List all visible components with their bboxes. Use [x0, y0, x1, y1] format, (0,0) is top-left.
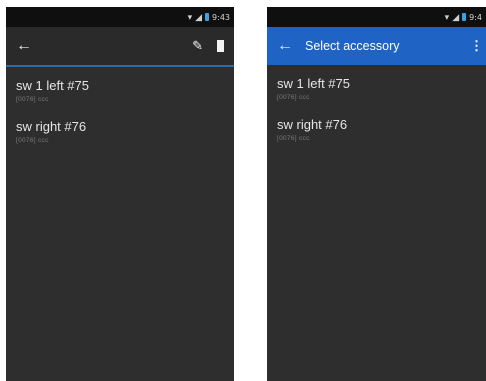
right-phone-screen: ▾ ◢ 9:4 ← Select accessory ⋮ sw 1 left #… [267, 7, 486, 381]
item-subtitle: [0076] ccc [16, 96, 49, 103]
wifi-icon: ▾ [444, 11, 450, 22]
wifi-icon: ▾ [187, 11, 193, 22]
battery-icon [462, 13, 467, 21]
item-title: sw right #76 [16, 119, 87, 134]
signal-icon: ◢ [452, 11, 460, 22]
item-title: sw 1 left #75 [277, 76, 350, 91]
toolbar: ← Select accessory ⋮ [267, 27, 486, 65]
pencil-icon[interactable]: ✎ [192, 38, 203, 54]
list-item[interactable]: sw right #76 [0076] ccc [267, 112, 486, 153]
page-title: Select accessory [305, 39, 400, 53]
status-time: 9:43 [212, 12, 230, 22]
signal-icon: ◢ [195, 11, 203, 22]
overflow-menu-icon[interactable]: ⋮ [470, 38, 483, 54]
back-arrow-icon[interactable]: ← [267, 37, 303, 55]
list-item[interactable]: sw 1 left #75 [0076] ccc [267, 71, 486, 112]
list-item[interactable]: sw 1 left #75 [0076] ccc [6, 73, 234, 114]
trash-icon[interactable] [217, 40, 224, 52]
item-title: sw 1 left #75 [16, 78, 89, 93]
back-arrow-icon[interactable]: ← [6, 37, 42, 55]
status-time: 9:4 [469, 12, 482, 22]
accessory-list: sw 1 left #75 [0076] ccc sw right #76 [0… [6, 67, 234, 155]
accessory-list: sw 1 left #75 [0076] ccc sw right #76 [0… [267, 65, 486, 153]
item-subtitle: [0076] ccc [277, 135, 310, 142]
toolbar-actions: ✎ [192, 38, 234, 54]
status-bar: ▾ ◢ 9:4 [267, 7, 486, 27]
list-item[interactable]: sw right #76 [0076] ccc [6, 114, 234, 155]
item-subtitle: [0076] ccc [16, 137, 49, 144]
item-title: sw right #76 [277, 117, 348, 132]
status-bar: ▾ ◢ 9:43 [6, 7, 234, 27]
item-subtitle: [0076] ccc [277, 94, 310, 101]
battery-icon [205, 13, 210, 21]
toolbar: ← ✎ [6, 27, 234, 67]
left-phone-screen: ▾ ◢ 9:43 ← ✎ sw 1 left #75 [0076] ccc sw… [6, 7, 234, 381]
